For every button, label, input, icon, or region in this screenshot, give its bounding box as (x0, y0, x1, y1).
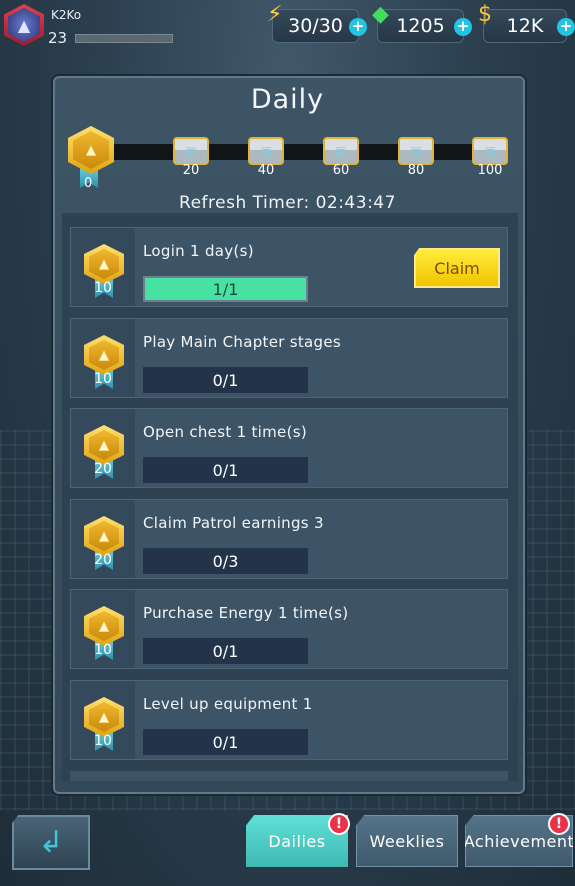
quest-progress-text: 0/1 (212, 641, 239, 661)
milestone-chest-80[interactable]: ▣ (398, 137, 434, 165)
alert-badge-icon: ! (328, 813, 350, 835)
triforce-icon: ▲ (89, 521, 119, 551)
triforce-icon: ▲ (89, 430, 119, 460)
quest-reward-value: 10 (94, 733, 112, 749)
milestone-chest-100[interactable]: ▣ (472, 137, 508, 165)
milestone-chest-40[interactable]: ▣ (248, 137, 284, 165)
quest-title: Open chest 1 time(s) (143, 423, 307, 441)
quest-reward: ▲ 20 (71, 500, 135, 578)
quest-title: Purchase Energy 1 time(s) (143, 604, 349, 622)
quest-progress-bar: 0/1 (143, 729, 308, 755)
quest-title: Claim Patrol earnings 3 (143, 514, 324, 532)
gem-icon: ◆ (372, 2, 389, 27)
triforce-icon: ▲ (89, 611, 119, 641)
milestone-chest-60[interactable]: ▣ (323, 137, 359, 165)
milestone-label-100: 100 (477, 163, 503, 178)
milestone-label-60: 60 (332, 163, 350, 178)
quest-progress-bar: 1/1 (143, 276, 308, 302)
energy-counter[interactable]: ⚡ 30/30 + (267, 2, 367, 43)
quest-progress-text: 0/1 (212, 732, 239, 752)
quest-progress-bar: 0/1 (143, 638, 308, 664)
cash-counter[interactable]: $ 12K + (478, 2, 575, 43)
quest-row: ▲ 10 Login 1 day(s) 1/1 Claim (70, 227, 508, 307)
milestone-label-40: 40 (257, 163, 275, 178)
daily-points-value: 0 (84, 176, 93, 191)
medal-icon: ▲ (84, 244, 124, 284)
add-energy-button[interactable]: + (349, 18, 367, 36)
milestone-chest-20[interactable]: ▣ (173, 137, 209, 165)
claim-button[interactable]: Claim (414, 248, 500, 288)
quest-row: ▲ 20 Claim Patrol earnings 3 0/3 (70, 499, 508, 579)
medal-icon: ▲ (84, 335, 124, 375)
quest-reward: ▲ 20 (71, 409, 135, 487)
quest-list[interactable]: ▲ 10 Login 1 day(s) 1/1 Claim ▲ 10 Play … (62, 213, 518, 781)
quest-reward: ▲ 10 (71, 590, 135, 668)
triforce-icon: ▲ (89, 249, 119, 279)
quest-reward-value: 20 (94, 552, 112, 568)
quest-progress-text: 0/3 (212, 551, 239, 571)
cash-value: 12K (506, 15, 544, 37)
add-cash-button[interactable]: + (557, 18, 575, 36)
back-arrow-icon: ↲ (38, 825, 64, 860)
quest-progress-bar: 0/3 (143, 548, 308, 574)
top-bar: ▲ K2Ko 23 ⚡ 30/30 + ◆ 1205 + $ 12K + (0, 0, 575, 52)
quest-title: Login 1 day(s) (143, 242, 254, 260)
xp-bar (75, 34, 173, 43)
wolf-icon: ▲ (8, 8, 40, 42)
tab-weeklies[interactable]: Weeklies (356, 815, 458, 867)
triforce-icon: ▲ (89, 340, 119, 370)
player-level: 23 (48, 29, 68, 47)
quest-reward: ▲ 10 (71, 319, 135, 397)
quest-row: ▲ 20 Open chest 1 time(s) 0/1 (70, 408, 508, 488)
medal-icon: ▲ (84, 425, 124, 465)
quest-row: ▲ 10 Play Main Chapter stages 0/1 (70, 318, 508, 398)
quest-progress-text: 0/1 (212, 460, 239, 480)
quest-reward: ▲ 10 (71, 681, 135, 759)
gem-counter[interactable]: ◆ 1205 + (372, 2, 472, 43)
quest-progress-text: 0/1 (212, 370, 239, 390)
triforce-icon: ▲ (73, 131, 109, 169)
energy-value: 30/30 (288, 15, 343, 37)
player-name: K2Ko (51, 8, 82, 22)
milestone-label-20: 20 (182, 163, 200, 178)
quest-reward-value: 10 (94, 371, 112, 387)
quest-row-partial (70, 771, 508, 781)
quest-row: ▲ 10 Purchase Energy 1 time(s) 0/1 (70, 589, 508, 669)
tab-weeklies-label: Weeklies (369, 831, 445, 851)
quest-row: ▲ 10 Level up equipment 1 0/1 (70, 680, 508, 760)
quest-reward: ▲ 10 (71, 228, 135, 306)
quest-progress-bar: 0/1 (143, 367, 308, 393)
cash-icon: $ (478, 2, 492, 27)
medal-icon: ▲ (84, 516, 124, 556)
quest-reward-value: 10 (94, 280, 112, 296)
quest-reward-value: 10 (94, 642, 112, 658)
quest-reward-value: 20 (94, 461, 112, 477)
add-gems-button[interactable]: + (454, 18, 472, 36)
triforce-icon: ▲ (89, 702, 119, 732)
alert-badge-icon: ! (548, 813, 570, 835)
quest-progress-text: 1/1 (212, 279, 239, 299)
quest-progress-bar: 0/1 (143, 457, 308, 483)
lightning-icon: ⚡ (267, 2, 283, 27)
tab-dailies-label: Dailies (268, 831, 326, 851)
back-button[interactable]: ↲ (12, 815, 90, 870)
medal-icon: ▲ (84, 697, 124, 737)
refresh-timer: Refresh Timer: 02:43:47 (179, 193, 396, 213)
medal-icon: ▲ (84, 606, 124, 646)
quest-title: Play Main Chapter stages (143, 333, 342, 351)
daily-progress-track (113, 144, 503, 160)
panel-title: Daily (250, 84, 325, 115)
quest-title: Level up equipment 1 (143, 695, 313, 713)
gem-value: 1205 (396, 15, 445, 37)
player-avatar[interactable]: ▲ (4, 4, 44, 46)
milestone-label-80: 80 (407, 163, 425, 178)
